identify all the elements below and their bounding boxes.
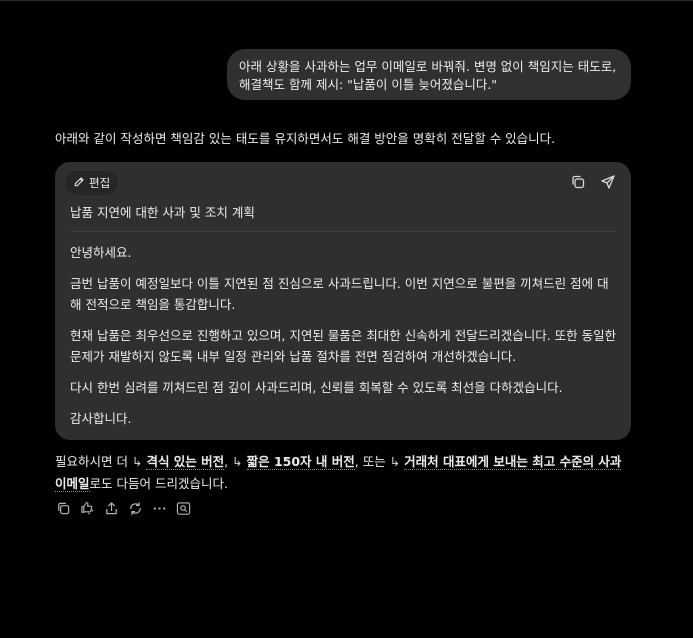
email-greeting: 안녕하세요. bbox=[70, 245, 132, 260]
arrow-icon: ↳ bbox=[389, 454, 401, 469]
send-icon bbox=[600, 175, 616, 193]
subject-divider bbox=[70, 231, 616, 232]
followup-suffix: 로도 다듬어 드리겠습니다. bbox=[89, 476, 228, 491]
followup-separator: , 또는 bbox=[354, 454, 386, 469]
arrow-icon: ↳ bbox=[232, 454, 243, 469]
thumbs-icon bbox=[80, 501, 95, 519]
email-signoff: 감사합니다. bbox=[70, 411, 132, 426]
edit-button-label: 편집 bbox=[89, 176, 111, 190]
email-subject: 납품 지연에 대한 사과 및 조치 계획 bbox=[70, 205, 255, 220]
search-button[interactable] bbox=[175, 502, 191, 518]
card-copy-button[interactable] bbox=[570, 174, 586, 190]
share-button[interactable] bbox=[103, 502, 119, 518]
email-draft-card: 편집 납품 지연에 대한 사과 및 조치 계획 안녕하세요. 금번 납품이 예정… bbox=[55, 162, 631, 440]
search-icon bbox=[176, 501, 191, 519]
feedback-button[interactable] bbox=[79, 502, 95, 518]
followup-suggestion: 필요하시면 더 ↳ 격식 있는 버전, ↳ 짧은 150자 내 버전, 또는 ↳… bbox=[55, 451, 635, 495]
arrow-icon: ↳ bbox=[131, 454, 143, 469]
email-body: 안녕하세요. 금번 납품이 예정일보다 이틀 지연된 점 진심으로 사과드립니다… bbox=[70, 242, 618, 429]
copy-icon bbox=[56, 501, 71, 519]
email-paragraph-closing: 다시 한번 심려를 끼쳐드린 점 깊이 사과드리며, 신뢰를 회복할 수 있도록… bbox=[70, 380, 563, 395]
followup-separator: , bbox=[224, 454, 229, 469]
user-message-bubble: 아래 상황을 사과하는 업무 이메일로 바꿔줘. 변명 없이 책임지는 태도로,… bbox=[227, 49, 631, 100]
copy-icon bbox=[570, 175, 586, 193]
regenerate-button[interactable] bbox=[127, 502, 143, 518]
more-button[interactable] bbox=[151, 502, 167, 518]
top-border bbox=[0, 0, 693, 1]
regenerate-icon bbox=[128, 501, 143, 519]
edit-button[interactable]: 편집 bbox=[65, 171, 119, 195]
email-paragraph-action: 현재 납품은 최우선으로 진행하고 있으며, 지연된 물품은 최대한 신속하게 … bbox=[70, 328, 617, 364]
email-paragraph-apology: 금번 납품이 예정일보다 이틀 지연된 점 진심으로 사과드립니다. 이번 지연… bbox=[70, 276, 609, 312]
short-version-link[interactable]: 짧은 150자 내 버전 bbox=[246, 454, 355, 470]
message-action-bar bbox=[55, 502, 191, 518]
share-icon bbox=[104, 501, 119, 519]
more-icon bbox=[152, 501, 167, 519]
assistant-intro: 아래와 같이 작성하면 책임감 있는 태도를 유지하면서도 해결 방안을 명확히… bbox=[55, 131, 556, 146]
card-send-button[interactable] bbox=[600, 174, 616, 190]
user-message-text: 아래 상황을 사과하는 업무 이메일로 바꿔줘. 변명 없이 책임지는 태도로,… bbox=[239, 59, 617, 92]
followup-prefix: 필요하시면 더 bbox=[55, 454, 128, 469]
pencil-icon bbox=[73, 176, 85, 191]
formal-version-link[interactable]: 격식 있는 버전 bbox=[146, 454, 225, 470]
copy-button[interactable] bbox=[55, 502, 71, 518]
